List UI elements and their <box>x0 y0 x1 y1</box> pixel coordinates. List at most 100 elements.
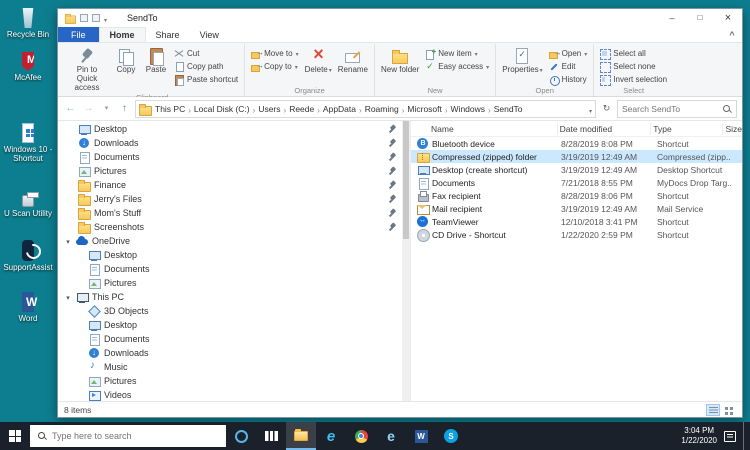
copy-path-button[interactable]: Copy path <box>172 61 240 72</box>
select-none-button[interactable]: Select none <box>598 61 669 72</box>
nav-item[interactable]: Documents <box>58 332 402 346</box>
file-row[interactable]: Fax recipient 8/28/2019 8:06 PM Shortcut <box>411 189 742 202</box>
breadcrumb[interactable]: This PCLocal Disk (C:)UsersReedeAppDataR… <box>135 100 596 118</box>
breadcrumb-segment[interactable]: Reede <box>286 100 320 118</box>
easy-access-button[interactable]: Easy access <box>423 61 491 72</box>
desktop-icon[interactable]: McAfee <box>1 47 55 82</box>
desktop-icon[interactable]: Recycle Bin <box>1 4 55 39</box>
ribbon-tab[interactable]: View <box>190 27 229 42</box>
breadcrumb-segment[interactable]: Roaming <box>362 100 405 118</box>
desktop-icon[interactable]: Word <box>1 288 55 323</box>
file-row[interactable]: Desktop (create shortcut) 3/19/2019 12:4… <box>411 163 742 176</box>
explorer-search-box[interactable] <box>617 100 737 118</box>
refresh-button[interactable] <box>599 101 614 117</box>
file-row[interactable]: Compressed (zipped) folder 3/19/2019 12:… <box>411 150 742 163</box>
copy-button[interactable]: Copy <box>112 45 140 75</box>
desktop-icon[interactable]: SupportAssist <box>1 237 55 272</box>
expand-arrow-icon[interactable] <box>64 236 72 246</box>
clock[interactable]: 3:04 PM 1/22/2020 <box>681 426 717 447</box>
qat-new-folder-icon[interactable] <box>92 14 100 22</box>
title-bar[interactable]: SendTo <box>58 9 742 27</box>
open-button[interactable]: Open <box>547 48 590 59</box>
taskbar-app-button[interactable] <box>256 422 286 450</box>
breadcrumb-segment[interactable]: This PC <box>152 100 191 118</box>
copy-to-button[interactable]: Copy to <box>249 61 300 72</box>
ribbon-tab[interactable]: Home <box>99 27 146 42</box>
show-desktop-button[interactable] <box>743 422 748 450</box>
file-row[interactable]: Documents 7/21/2018 8:55 PM MyDocs Drop … <box>411 176 742 189</box>
new-item-button[interactable]: New item <box>423 48 491 59</box>
taskbar-app-button[interactable] <box>406 422 436 450</box>
column-header[interactable]: Name <box>429 123 558 135</box>
cut-button[interactable]: Cut <box>172 48 240 59</box>
column-header[interactable]: Size <box>723 123 742 135</box>
breadcrumb-segment[interactable]: Local Disk (C:) <box>191 100 255 118</box>
nav-item[interactable]: Downloads <box>58 346 402 360</box>
nav-item[interactable]: OneDrive <box>58 234 402 248</box>
nav-item[interactable]: Desktop <box>58 318 402 332</box>
new-folder-button[interactable]: New folder <box>379 45 421 75</box>
nav-item[interactable]: Screenshots <box>58 220 402 234</box>
breadcrumb-segment[interactable]: AppData <box>320 100 362 118</box>
edit-button[interactable]: Edit <box>547 61 590 72</box>
taskbar-app-button[interactable] <box>346 422 376 450</box>
invert-selection-button[interactable]: Invert selection <box>598 74 669 85</box>
forward-button[interactable] <box>81 101 96 117</box>
pin-to-quick-access-button[interactable]: Pin to Quick access <box>64 45 110 92</box>
breadcrumb-segment[interactable]: Users <box>255 100 286 118</box>
nav-item[interactable]: Finance <box>58 178 402 192</box>
move-to-button[interactable]: Move to <box>249 48 300 59</box>
taskbar-app-button[interactable] <box>226 422 256 450</box>
up-button[interactable] <box>117 101 132 117</box>
nav-item[interactable]: Documents <box>58 150 402 164</box>
breadcrumb-segment[interactable]: Windows <box>448 100 491 118</box>
ribbon-tab[interactable]: Share <box>146 27 190 42</box>
file-row[interactable]: Mail recipient 3/19/2019 12:49 AM Mail S… <box>411 202 742 215</box>
nav-scrollbar-thumb[interactable] <box>403 121 409 239</box>
address-dropdown-icon[interactable] <box>589 100 592 118</box>
taskbar-app-button[interactable] <box>316 422 346 450</box>
file-row[interactable]: Bluetooth device 8/28/2019 8:08 PM Short… <box>411 137 742 150</box>
nav-item[interactable]: Pictures <box>58 374 402 388</box>
explorer-search-input[interactable] <box>622 104 719 114</box>
nav-item[interactable]: Music <box>58 360 402 374</box>
rename-button[interactable]: Rename <box>336 45 370 75</box>
taskbar-search[interactable] <box>30 425 226 447</box>
start-button[interactable] <box>0 422 30 450</box>
nav-item[interactable]: Videos <box>58 388 402 401</box>
collapse-ribbon-button[interactable] <box>722 27 742 42</box>
back-button[interactable] <box>63 101 78 117</box>
paste-button[interactable]: Paste <box>142 45 170 75</box>
expand-arrow-icon[interactable] <box>64 292 72 302</box>
close-button[interactable] <box>714 9 742 27</box>
nav-item[interactable]: Pictures <box>58 164 402 178</box>
minimize-button[interactable] <box>658 9 686 27</box>
file-row[interactable]: CD Drive - Shortcut 1/22/2020 2:59 PM Sh… <box>411 228 742 241</box>
nav-item[interactable]: Mom's Stuff <box>58 206 402 220</box>
desktop-icon[interactable]: Windows 10 - Shortcut <box>1 119 55 163</box>
breadcrumb-segment[interactable]: SendTo <box>491 104 526 114</box>
nav-item[interactable]: Desktop <box>58 248 402 262</box>
nav-item[interactable]: Pictures <box>58 276 402 290</box>
details-view-button[interactable] <box>706 404 720 416</box>
action-center-icon[interactable] <box>724 431 736 442</box>
delete-button[interactable]: Delete <box>303 45 334 75</box>
large-icons-view-button[interactable] <box>722 404 736 416</box>
nav-item[interactable]: Desktop <box>58 122 402 136</box>
history-button[interactable]: History <box>547 74 590 85</box>
desktop-icon[interactable]: U Scan Utility <box>1 183 55 218</box>
qat-customize-icon[interactable] <box>104 9 107 27</box>
file-row[interactable]: TeamViewer 12/10/2018 3:41 PM Shortcut <box>411 215 742 228</box>
file-menu-button[interactable]: File <box>58 27 99 42</box>
maximize-button[interactable] <box>686 9 714 27</box>
nav-scrollbar[interactable] <box>402 121 410 401</box>
select-all-button[interactable]: Select all <box>598 48 669 59</box>
taskbar-search-input[interactable] <box>52 431 219 441</box>
recent-locations-button[interactable] <box>99 101 114 117</box>
column-header[interactable]: Type <box>651 123 723 135</box>
nav-item[interactable]: Jerry's Files <box>58 192 402 206</box>
taskbar-app-button[interactable] <box>376 422 406 450</box>
properties-button[interactable]: Properties <box>500 45 544 75</box>
taskbar-app-button[interactable] <box>436 422 466 450</box>
nav-item[interactable]: Documents <box>58 262 402 276</box>
